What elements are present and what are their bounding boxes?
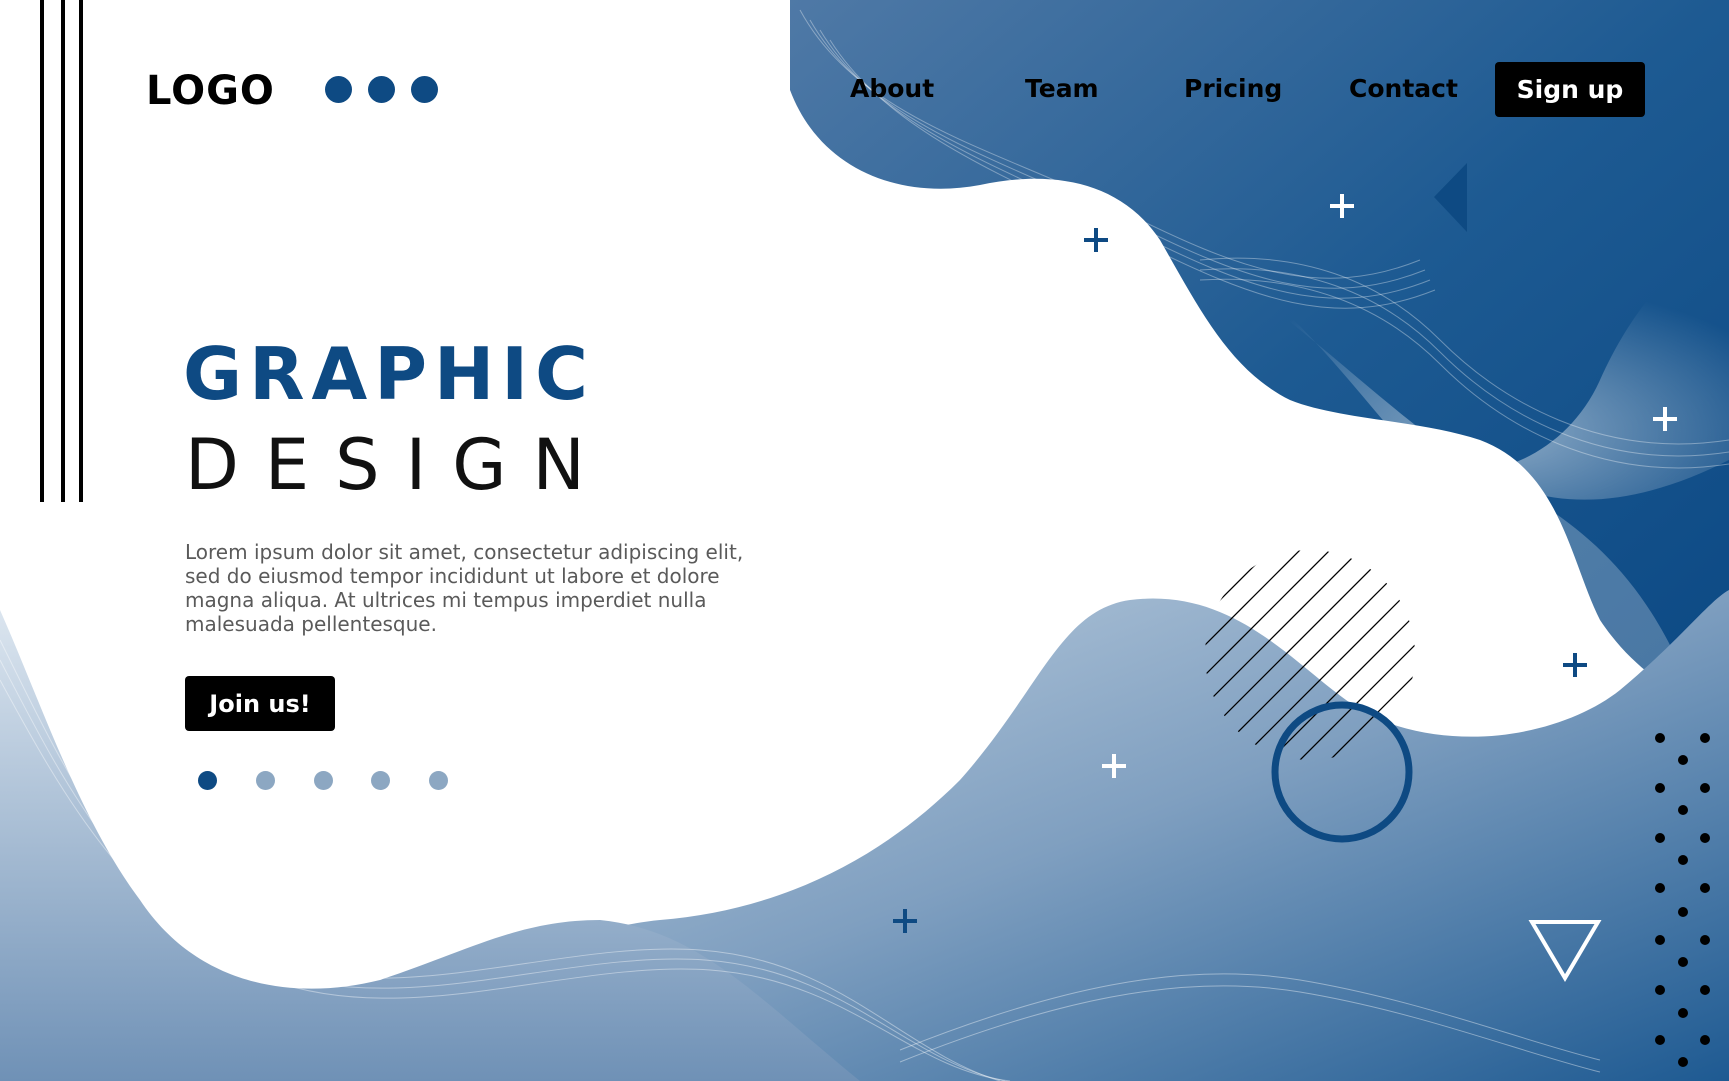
decorative-vertical-line <box>40 0 44 502</box>
pagination-dot-4[interactable] <box>371 771 390 790</box>
pagination-dot-2[interactable] <box>256 771 275 790</box>
pagination-dot-3[interactable] <box>314 771 333 790</box>
landing-page: LOGO About Team Pricing Contact Sign up … <box>0 0 1729 1081</box>
logo-dot <box>411 76 438 103</box>
hero-title-line2: DESIGN <box>185 424 611 506</box>
hero-description: Lorem ipsum dolor sit amet, consectetur … <box>185 540 744 636</box>
logo-dot <box>325 76 352 103</box>
nav-link-team[interactable]: Team <box>1025 74 1099 103</box>
sign-up-button[interactable]: Sign up <box>1495 62 1645 117</box>
nav-link-about[interactable]: About <box>850 74 934 103</box>
pagination-dot-1[interactable] <box>198 771 217 790</box>
decorative-vertical-line <box>79 0 83 502</box>
logo[interactable]: LOGO <box>146 68 275 114</box>
nav-link-pricing[interactable]: Pricing <box>1184 74 1282 103</box>
pagination-dot-5[interactable] <box>429 771 448 790</box>
join-us-button[interactable]: Join us! <box>185 676 335 731</box>
nav-link-contact[interactable]: Contact <box>1349 74 1458 103</box>
hero-title-line1: GRAPHIC <box>183 332 595 416</box>
logo-dot <box>368 76 395 103</box>
decorative-vertical-line <box>61 0 65 502</box>
